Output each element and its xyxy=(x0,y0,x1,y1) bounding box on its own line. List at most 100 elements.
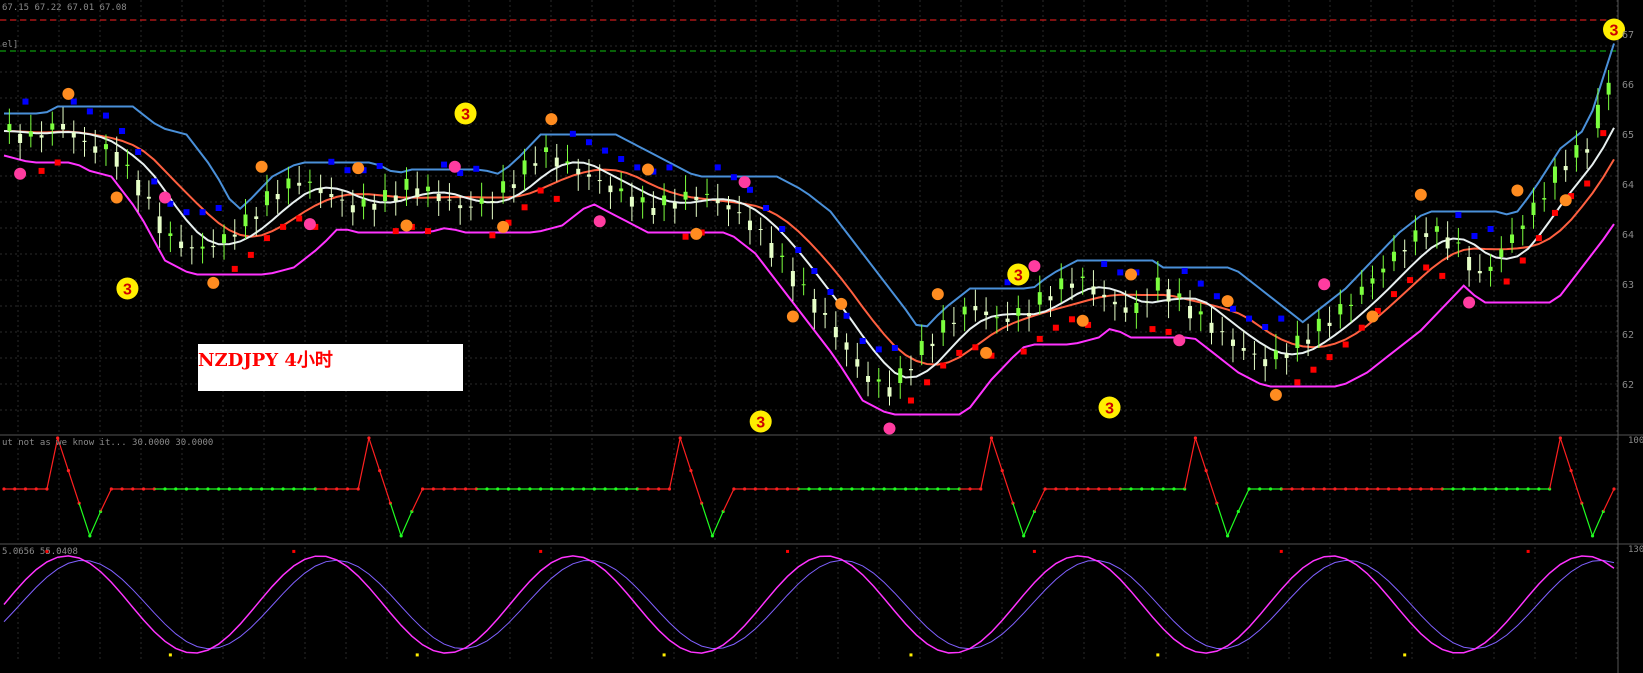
candle-body xyxy=(479,198,484,204)
sar-dot xyxy=(1278,315,1285,322)
sar-dot xyxy=(859,338,866,344)
candle-body xyxy=(1112,301,1117,305)
small-signal-marker xyxy=(593,215,606,228)
candle-body xyxy=(930,343,935,347)
candle-body xyxy=(1155,277,1160,291)
sar-dot xyxy=(1213,293,1220,300)
candle-body xyxy=(425,186,430,192)
stair-oscillator-segment xyxy=(1237,488,1250,512)
stair-oscillator-segment xyxy=(1194,437,1207,471)
candle-body xyxy=(705,193,710,195)
oscillator-dot xyxy=(1279,549,1283,553)
candle-body xyxy=(1263,359,1268,367)
candle-body xyxy=(747,220,752,231)
sar-dot xyxy=(779,226,786,232)
candle-body xyxy=(1391,251,1396,262)
stair-oscillator-segment xyxy=(668,437,681,490)
candle-body xyxy=(672,202,677,209)
sar-dot xyxy=(102,112,109,119)
candle-body xyxy=(898,368,903,383)
candle-body xyxy=(866,376,871,382)
candle-body xyxy=(715,199,720,204)
sar-dot xyxy=(746,186,753,193)
small-signal-marker xyxy=(400,219,413,232)
candle-body xyxy=(855,359,860,367)
candle-body xyxy=(951,322,956,324)
candle-body xyxy=(973,306,978,311)
small-signal-marker xyxy=(14,167,27,180)
candle-body xyxy=(994,317,999,319)
signal-marker-label: 3 xyxy=(756,415,765,432)
candle-body xyxy=(39,135,44,138)
subwindow1-scale-top: 100 xyxy=(1628,436,1643,446)
candle-body xyxy=(1327,322,1332,326)
sar-dot xyxy=(263,235,270,242)
stair-oscillator-segment xyxy=(1227,511,1239,537)
candle-body xyxy=(383,190,388,201)
oscillator-dot xyxy=(415,653,419,657)
sar-dot xyxy=(1149,326,1156,333)
subwindow2-label: 5.0656 55.0408 xyxy=(2,547,78,557)
candle-body xyxy=(136,180,141,196)
sar-dot xyxy=(1423,264,1430,271)
candle-body xyxy=(286,178,291,189)
signal-marker-label: 3 xyxy=(1014,268,1023,285)
oscillator-dot xyxy=(292,549,296,553)
small-signal-marker xyxy=(1028,260,1041,273)
candle-body xyxy=(565,161,570,164)
oscillator-main-line xyxy=(3,555,1615,654)
stair-oscillator-segment xyxy=(67,470,80,504)
stair-oscillator-segment xyxy=(357,437,370,490)
small-signal-marker xyxy=(690,227,703,240)
sar-dot xyxy=(1165,328,1172,335)
stair-oscillator-segment xyxy=(1001,470,1014,504)
candle-body xyxy=(447,199,452,201)
candle-body xyxy=(694,196,699,201)
small-signal-marker xyxy=(1414,188,1427,201)
candle-body xyxy=(71,132,76,138)
sar-dot xyxy=(280,223,287,230)
stair-oscillator-segment xyxy=(1581,503,1594,537)
sar-dot xyxy=(70,98,77,105)
sar-dot xyxy=(1052,324,1059,331)
sar-dot xyxy=(940,362,947,369)
candle-body xyxy=(1434,226,1439,232)
candle-body xyxy=(318,188,323,194)
candle-body xyxy=(597,180,602,182)
candle-body xyxy=(415,188,420,198)
stair-oscillator-segment xyxy=(1205,470,1218,504)
stair-oscillator-point xyxy=(1612,487,1616,491)
sar-dot xyxy=(763,205,770,211)
candle-body xyxy=(683,191,688,200)
candle-body xyxy=(211,245,216,248)
small-signal-marker xyxy=(1366,310,1379,323)
stair-oscillator-segment xyxy=(368,437,381,471)
stair-oscillator-segment xyxy=(411,488,424,512)
sar-dot xyxy=(537,187,544,194)
sar-dot xyxy=(553,195,560,202)
candle-body xyxy=(544,147,549,152)
chart-canvas: 333333 6766656464636262 xyxy=(0,0,1643,673)
sar-dot xyxy=(827,289,834,295)
sar-dot xyxy=(924,379,931,386)
candle-body xyxy=(103,144,108,150)
sar-dot xyxy=(634,164,641,171)
candle-body xyxy=(629,196,634,207)
candle-body xyxy=(1574,145,1579,158)
stair-oscillator-segment xyxy=(990,437,1003,471)
ohlc-readout: 67.15 67.22 67.01 67.08 xyxy=(2,3,127,13)
candle-body xyxy=(1091,286,1096,295)
candle-body xyxy=(114,152,119,167)
candle-body xyxy=(1316,318,1321,332)
sar-dot xyxy=(86,108,93,115)
candle-body xyxy=(1230,339,1235,346)
stair-oscillator-segment xyxy=(1033,488,1046,512)
candle-body xyxy=(200,246,205,249)
candle-body xyxy=(1424,233,1429,237)
signal-marker-label: 3 xyxy=(461,107,470,124)
sar-dot xyxy=(22,98,29,105)
sar-dot xyxy=(296,215,303,222)
stair-oscillator-segment xyxy=(400,511,413,537)
small-signal-marker xyxy=(1076,314,1089,327)
oscillator-dot xyxy=(1032,549,1036,553)
